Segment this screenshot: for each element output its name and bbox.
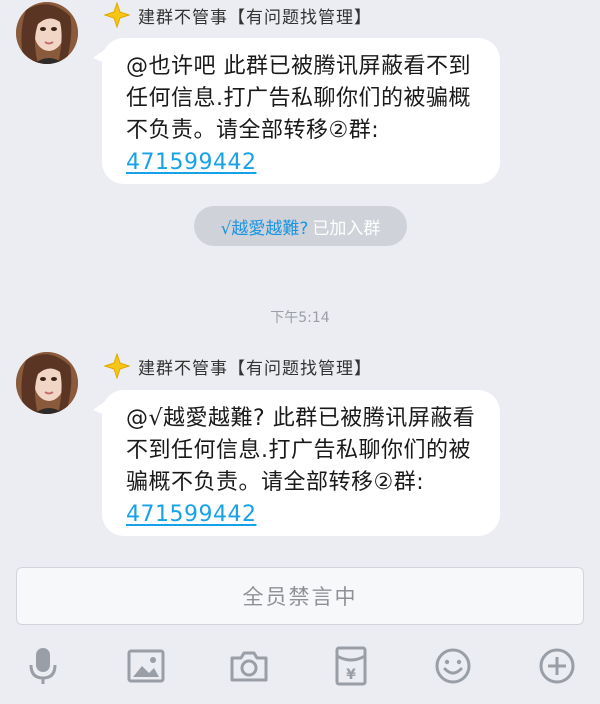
plus-icon (539, 648, 575, 684)
message-bubble[interactable]: @也许吧 此群已被腾讯屏蔽看不到任何信息.打广告私聊你们的被骗概不负责。请全部转… (93, 38, 500, 184)
camera-button[interactable] (227, 644, 271, 688)
muted-input-bar: 全员禁言中 (16, 567, 584, 625)
avatar-photo (16, 2, 78, 64)
emoji-button[interactable] (431, 644, 475, 688)
bubble-tail (93, 48, 107, 64)
svg-text:¥: ¥ (346, 667, 356, 683)
red-envelope-icon: ¥ (335, 646, 367, 686)
message-bubble[interactable]: @√越愛越難? 此群已被腾讯屏蔽看不到任何信息.打广告私聊你们的被骗概不负责。请… (93, 390, 500, 536)
more-button[interactable] (535, 644, 579, 688)
voice-button[interactable] (21, 644, 65, 688)
image-icon (127, 649, 165, 683)
joined-text: 已加入群 (312, 218, 381, 239)
avatar[interactable] (16, 352, 78, 414)
system-notice: √越愛越難? 已加入群 (194, 206, 407, 246)
red-envelope-button[interactable]: ¥ (329, 644, 373, 688)
sender-name: 建群不管事【有问题找管理】 (138, 358, 372, 379)
admin-star-icon (104, 2, 130, 28)
admin-star-icon (104, 353, 130, 379)
group-number-link[interactable]: 471599442 (126, 502, 256, 527)
message-sender: 建群不管事【有问题找管理】 (104, 0, 372, 30)
emoji-icon (435, 648, 471, 684)
message-text: @√越愛越難? 此群已被腾讯屏蔽看不到任何信息.打广告私聊你们的被骗概不负责。请… (126, 406, 476, 495)
bubble-tail (93, 400, 107, 416)
mute-status-text: 全员禁言中 (242, 585, 358, 609)
avatar-photo (16, 352, 78, 414)
message-timestamp: 下午5:14 (270, 310, 330, 326)
avatar[interactable] (16, 2, 78, 64)
joined-user-link[interactable]: √越愛越難? (221, 214, 309, 239)
sender-name: 建群不管事【有问题找管理】 (138, 7, 372, 28)
camera-icon (230, 651, 268, 682)
input-toolbar: ¥ (0, 630, 600, 704)
image-button[interactable] (124, 644, 168, 688)
chat-area[interactable]: 建群不管事【有问题找管理】 @也许吧 此群已被腾讯屏蔽看不到任何信息.打广告私聊… (0, 0, 600, 560)
message-text: @也许吧 此群已被腾讯屏蔽看不到任何信息.打广告私聊你们的被骗概不负责。请全部转… (126, 54, 471, 143)
microphone-icon (29, 648, 57, 684)
group-number-link[interactable]: 471599442 (126, 150, 256, 175)
message-sender: 建群不管事【有问题找管理】 (104, 351, 372, 381)
